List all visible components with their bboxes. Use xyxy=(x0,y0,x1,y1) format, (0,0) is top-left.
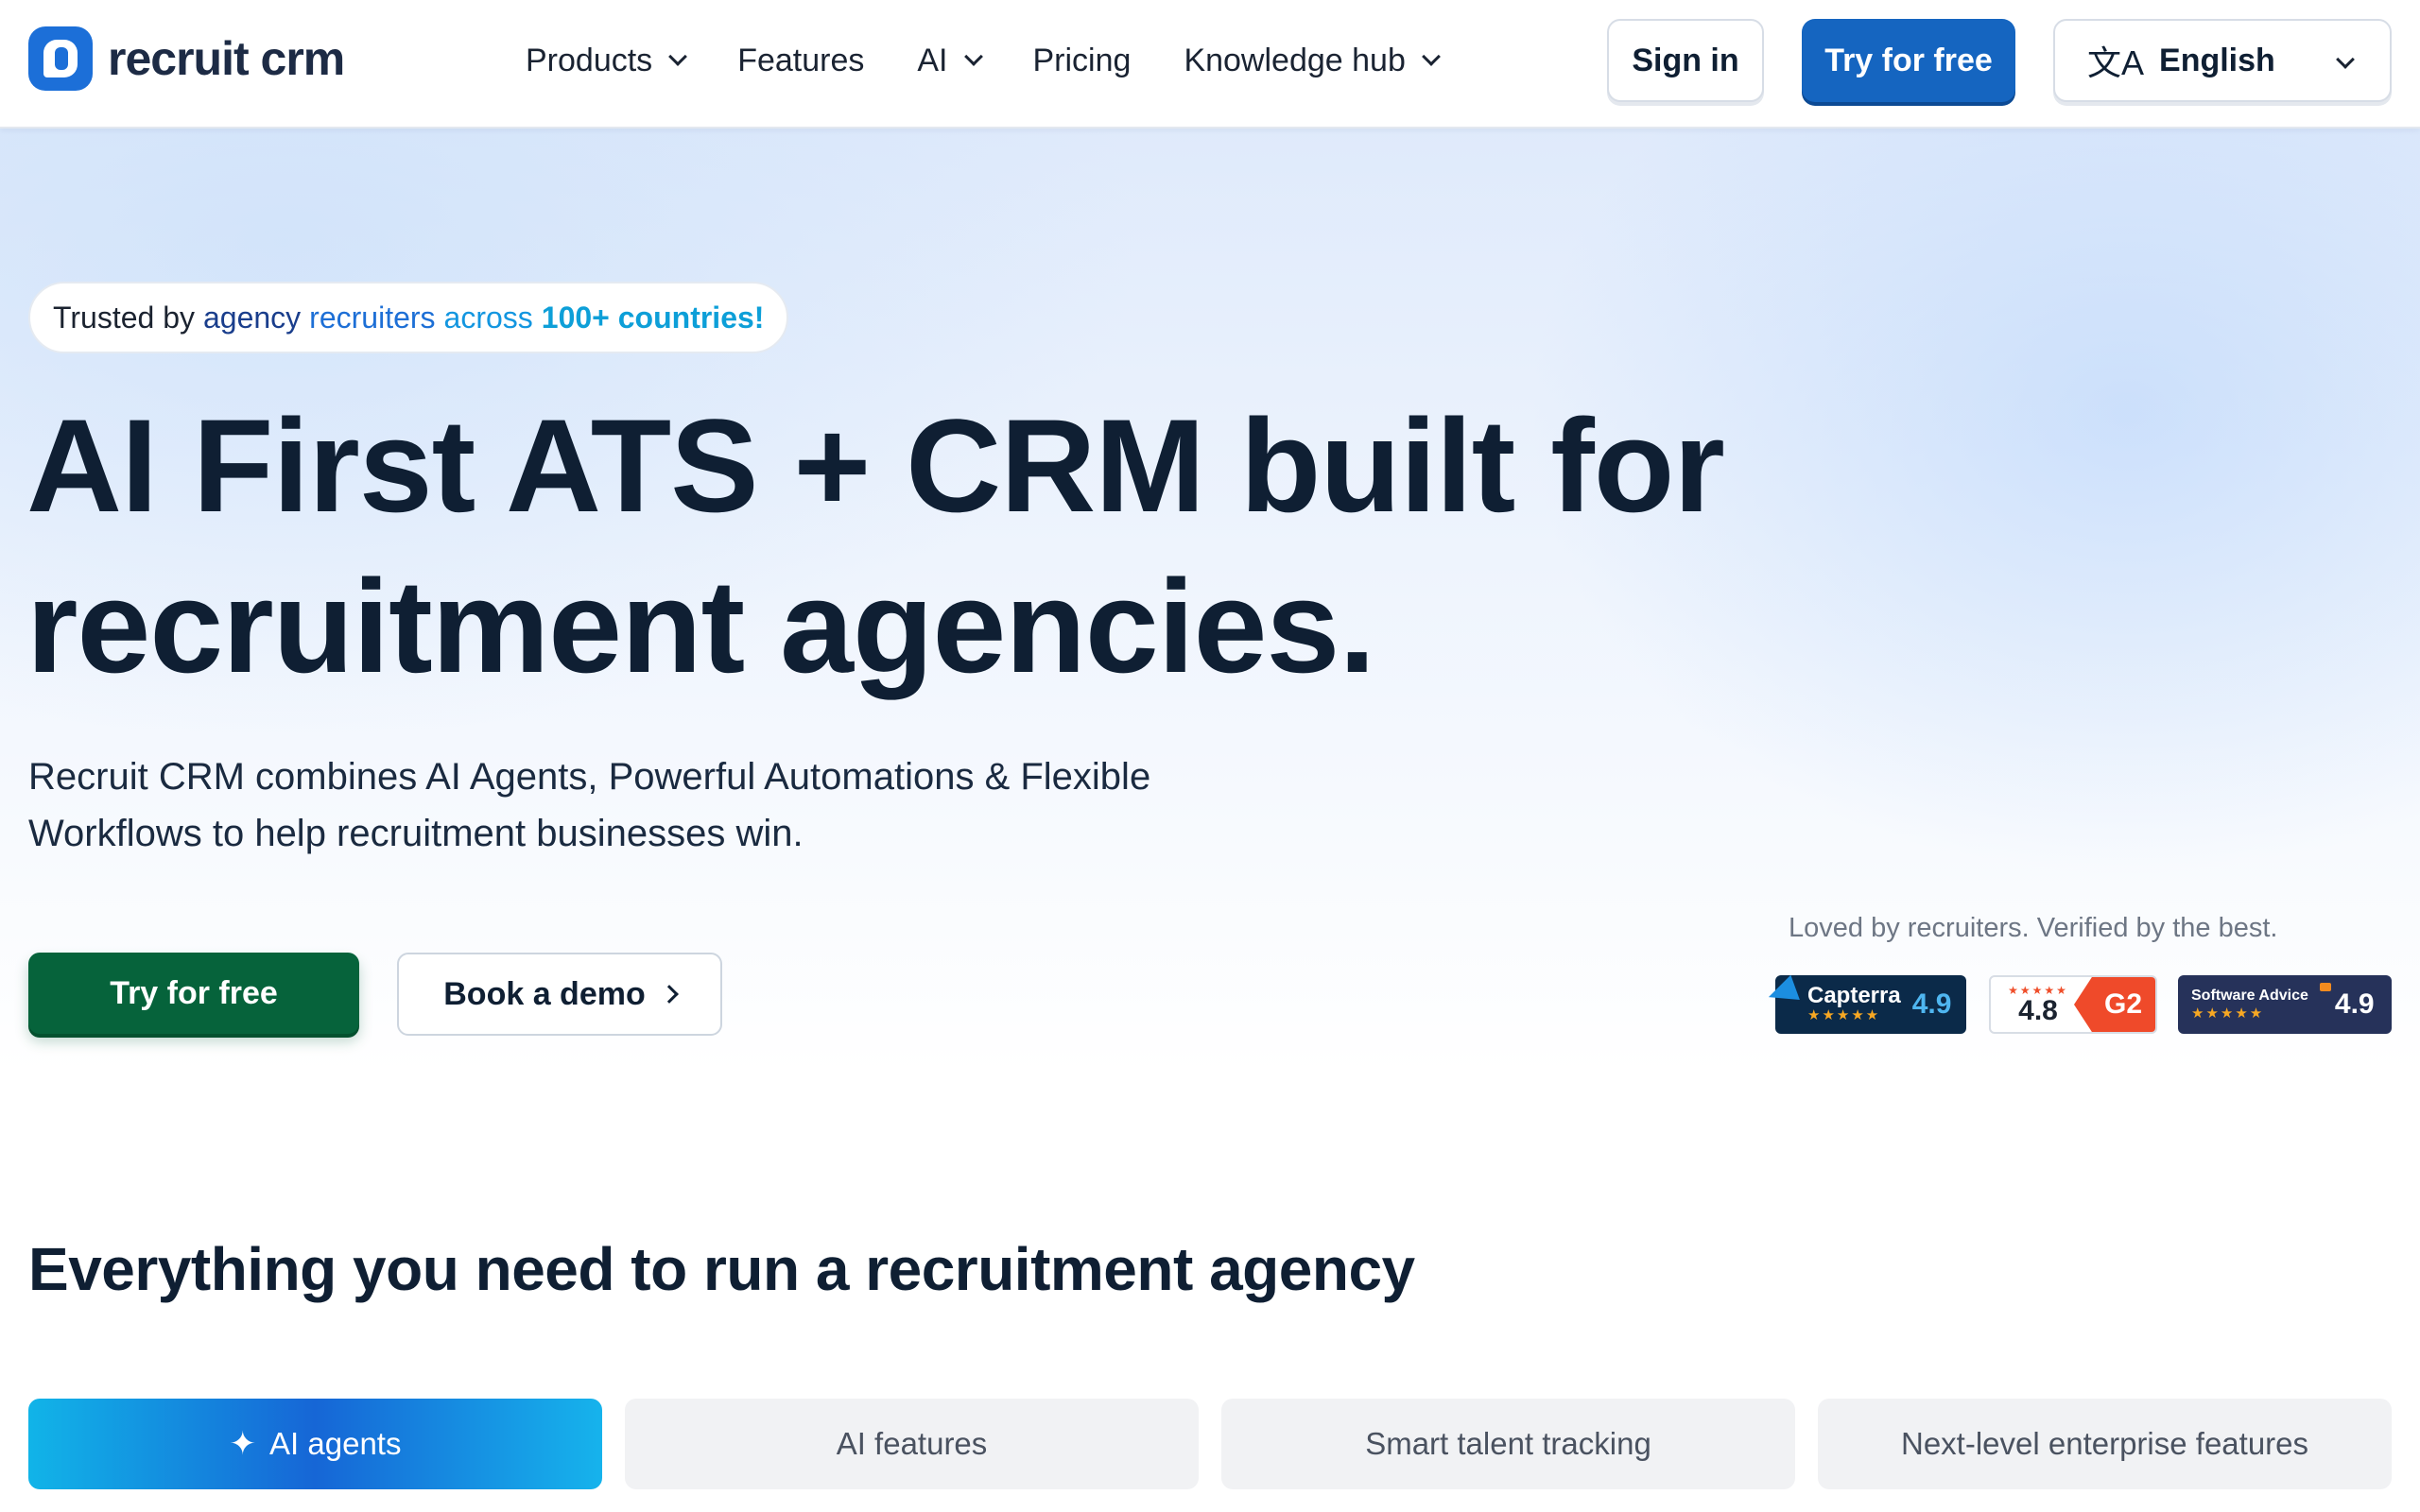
headline-line-2: recruitment agencies. xyxy=(26,552,1375,700)
hero-headline: AI First ATS + CRM built for recruitment… xyxy=(26,386,1728,707)
tab-smart-talent-tracking-label: Smart talent tracking xyxy=(1365,1426,1651,1461)
tab-enterprise-features-label: Next-level enterprise features xyxy=(1900,1426,2309,1461)
chevron-down-icon xyxy=(963,47,983,66)
tab-ai-agents[interactable]: ✦ AI agents xyxy=(28,1399,602,1489)
nav-products[interactable]: Products xyxy=(526,42,688,79)
sparkle-icon: ✦ xyxy=(229,1426,257,1462)
chevron-down-icon xyxy=(1421,47,1441,66)
software-advice-score: 4.9 xyxy=(2334,988,2375,1020)
nav-try-free-button[interactable]: Try for free xyxy=(1802,19,2015,102)
hero-subtext: Recruit CRM combines AI Agents, Powerful… xyxy=(28,748,1257,862)
book-demo-label: Book a demo xyxy=(443,975,646,1012)
tab-ai-features[interactable]: AI features xyxy=(625,1399,1199,1489)
chevron-right-icon xyxy=(659,985,679,1004)
software-advice-flag-icon xyxy=(2320,983,2331,991)
tab-ai-agents-label: AI agents xyxy=(269,1426,402,1461)
trust-text-2: agency xyxy=(202,300,302,335)
nav-ai[interactable]: AI xyxy=(917,42,983,79)
nav-ai-label: AI xyxy=(917,42,948,78)
section-title: Everything you need to run a recruitment… xyxy=(28,1235,1415,1303)
trust-text-4: across xyxy=(443,300,533,335)
capterra-badge[interactable]: Capterra ★★★★★ 4.9 xyxy=(1764,974,1966,1034)
chevron-down-icon xyxy=(2336,50,2355,69)
nav-features[interactable]: Features xyxy=(737,43,864,79)
chevron-down-icon xyxy=(668,47,688,66)
logo[interactable]: recruit crm xyxy=(28,25,345,93)
nav-products-label: Products xyxy=(526,42,653,78)
trust-text-3: recruiters xyxy=(309,300,436,335)
sign-in-button[interactable]: Sign in xyxy=(1607,19,1764,102)
tab-enterprise-features[interactable]: Next-level enterprise features xyxy=(1818,1399,2392,1489)
hero-try-free-button[interactable]: Try for free xyxy=(28,953,359,1034)
trust-pill: Trusted by agency recruiters across 100+… xyxy=(28,282,789,353)
logo-text: recruit crm xyxy=(108,32,345,85)
g2-logo-icon: G2 xyxy=(2074,977,2155,1032)
language-selected: English xyxy=(2159,42,2275,78)
software-advice-badge[interactable]: Software Advice ★★★★★ 4.9 xyxy=(2178,975,2392,1034)
nav-knowledge-hub-label: Knowledge hub xyxy=(1184,42,1406,78)
g2-score: 4.8 xyxy=(2018,995,2058,1026)
translate-icon: 文A xyxy=(2087,43,2145,82)
headline-line-1: AI First ATS + CRM built for xyxy=(26,391,1725,540)
logo-mark-icon xyxy=(28,26,93,91)
nav-features-label: Features xyxy=(737,42,865,78)
nav-knowledge-hub[interactable]: Knowledge hub xyxy=(1184,42,1441,79)
software-advice-stars: ★★★★★ xyxy=(2191,1005,2265,1022)
tab-smart-talent-tracking[interactable]: Smart talent tracking xyxy=(1221,1399,1795,1489)
nav-pricing-label: Pricing xyxy=(1032,42,1132,78)
subtext-line-2: Workflows to help recruitment businesses… xyxy=(28,813,804,854)
subtext-line-1: Recruit CRM combines AI Agents, Powerful… xyxy=(28,756,1151,798)
software-advice-name: Software Advice xyxy=(2191,988,2308,1004)
capterra-stars: ★★★★★ xyxy=(1807,1007,1881,1023)
main-nav: Products Features AI Pricing Knowledge h… xyxy=(526,36,1491,85)
trust-text-5: 100+ countries! xyxy=(541,300,765,335)
book-demo-button[interactable]: Book a demo xyxy=(397,953,722,1036)
ratings-tagline: Loved by recruiters. Verified by the bes… xyxy=(1789,913,2278,943)
capterra-name: Capterra xyxy=(1807,983,1901,1008)
nav-pricing[interactable]: Pricing xyxy=(1033,43,1132,79)
g2-badge[interactable]: ★★★★★ 4.8 G2 xyxy=(1989,975,2157,1034)
feature-tabs: ✦ AI agents AI features Smart talent tra… xyxy=(28,1399,2392,1489)
tab-ai-features-label: AI features xyxy=(836,1426,988,1461)
top-navbar: recruit crm Products Features AI Pricing… xyxy=(0,0,2420,129)
language-selector[interactable]: 文A English xyxy=(2053,19,2392,102)
capterra-score: 4.9 xyxy=(1911,988,1952,1020)
trust-text-1: Trusted by xyxy=(53,300,195,335)
